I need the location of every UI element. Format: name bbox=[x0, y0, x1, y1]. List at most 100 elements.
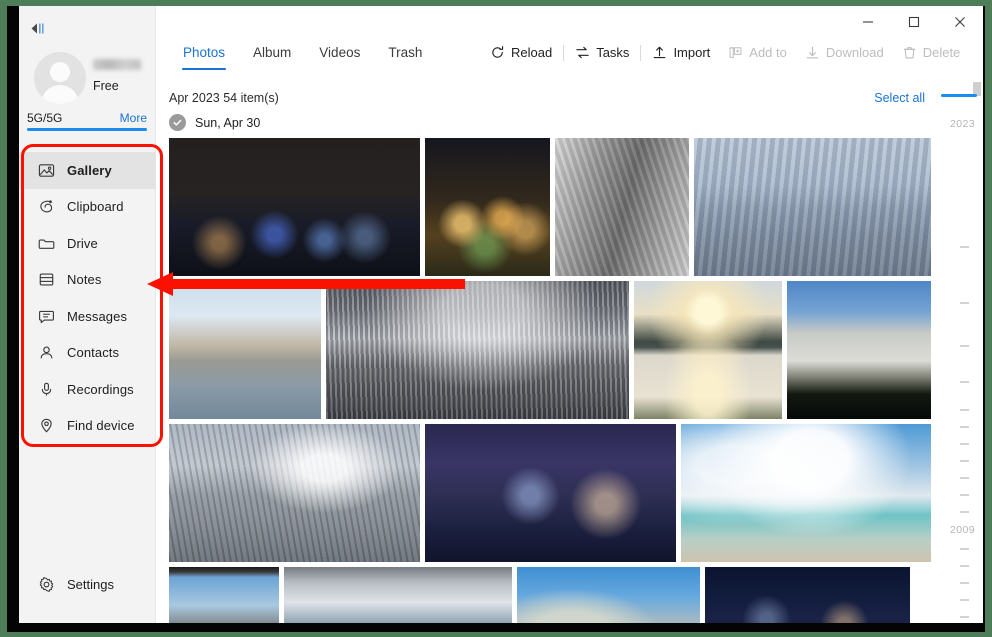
tasks-button[interactable]: Tasks bbox=[566, 42, 638, 63]
tab-videos[interactable]: Videos bbox=[305, 42, 374, 72]
photo-thumbnail[interactable] bbox=[169, 281, 321, 419]
date-group-label: Sun, Apr 30 bbox=[195, 115, 261, 130]
gallery-icon bbox=[37, 161, 55, 179]
app-window: Free 5G/5G More Gallery Clipboard Drive … bbox=[19, 6, 983, 623]
photo-thumbnail[interactable] bbox=[634, 281, 782, 419]
scrollbar-thumb[interactable] bbox=[941, 94, 977, 97]
import-button[interactable]: Import bbox=[643, 42, 719, 63]
photo-thumbnail[interactable] bbox=[284, 567, 512, 623]
photo-thumbnail[interactable] bbox=[705, 567, 910, 623]
tab-bar: Photos Album Videos Trash Reload Tasks I… bbox=[156, 42, 983, 80]
reload-icon bbox=[490, 45, 505, 60]
username-label bbox=[93, 59, 141, 70]
plan-label: Free bbox=[93, 79, 119, 93]
photo-row bbox=[169, 138, 945, 276]
photo-thumbnail[interactable] bbox=[326, 281, 629, 419]
sidebar-item-label: Gallery bbox=[67, 162, 112, 178]
sidebar-item-label: Recordings bbox=[67, 381, 134, 397]
photo-thumbnail[interactable] bbox=[694, 138, 945, 276]
sidebar: Free 5G/5G More Gallery Clipboard Drive … bbox=[19, 6, 156, 623]
trash-icon bbox=[902, 45, 917, 60]
photo-thumbnail[interactable] bbox=[425, 424, 676, 562]
sidebar-item-messages[interactable]: Messages bbox=[19, 298, 156, 335]
select-all-link[interactable]: Select all bbox=[874, 91, 925, 105]
toolbar-label: Tasks bbox=[596, 45, 630, 60]
photo-thumbnail[interactable] bbox=[555, 138, 689, 276]
sidebar-item-settings[interactable]: Settings bbox=[19, 567, 156, 601]
reload-button[interactable]: Reload bbox=[481, 42, 561, 63]
sidebar-item-clipboard[interactable]: Clipboard bbox=[19, 189, 156, 226]
window-titlebar bbox=[813, 6, 983, 40]
toolbar-label: Delete bbox=[922, 45, 961, 60]
sidebar-item-label: Notes bbox=[67, 272, 102, 288]
sidebar-item-notes[interactable]: Notes bbox=[19, 262, 156, 299]
sidebar-item-recordings[interactable]: Recordings bbox=[19, 371, 156, 408]
photo-thumbnail[interactable] bbox=[169, 424, 420, 562]
photo-thumbnail[interactable] bbox=[169, 138, 420, 276]
storage-usage-label: 5G/5G bbox=[27, 111, 63, 125]
upload-icon bbox=[652, 45, 667, 60]
tab-label: Photos bbox=[183, 45, 226, 60]
sidebar-item-contacts[interactable]: Contacts bbox=[19, 335, 156, 372]
contacts-icon bbox=[37, 344, 55, 362]
storage-more-link[interactable]: More bbox=[120, 111, 147, 125]
photo-thumbnail[interactable] bbox=[425, 138, 550, 276]
transfer-icon bbox=[575, 45, 590, 60]
tab-list: Photos Album Videos Trash bbox=[156, 42, 436, 72]
toolbar-label: Import bbox=[673, 45, 711, 60]
close-icon[interactable] bbox=[937, 6, 983, 38]
message-icon bbox=[37, 307, 55, 325]
download-button[interactable]: Download bbox=[796, 42, 893, 63]
gallery-subheader: Apr 2023 54 item(s) Select all Sun, Apr … bbox=[156, 88, 983, 131]
profile-block[interactable]: Free bbox=[19, 50, 156, 110]
tab-photos[interactable]: Photos bbox=[169, 42, 239, 72]
photo-row bbox=[169, 567, 945, 623]
add-to-button[interactable]: Add to bbox=[719, 42, 796, 63]
tab-album[interactable]: Album bbox=[239, 42, 305, 72]
sidebar-item-label: Find device bbox=[67, 418, 135, 434]
delete-button[interactable]: Delete bbox=[893, 42, 970, 63]
sidebar-item-find-device[interactable]: Find device bbox=[19, 408, 156, 445]
tab-label: Album bbox=[253, 45, 292, 60]
minimize-icon[interactable] bbox=[845, 6, 891, 38]
microphone-icon bbox=[37, 380, 55, 398]
photo-thumbnail[interactable] bbox=[169, 567, 279, 623]
toolbar-label: Add to bbox=[749, 45, 787, 60]
photo-thumbnail[interactable] bbox=[681, 424, 932, 562]
photo-row bbox=[169, 281, 945, 419]
add-to-icon bbox=[728, 45, 743, 60]
photo-grid bbox=[169, 138, 945, 623]
toolbar-label: Reload bbox=[511, 45, 553, 60]
tab-trash[interactable]: Trash bbox=[374, 42, 436, 72]
collapse-panel-icon[interactable] bbox=[27, 18, 49, 38]
photo-row bbox=[169, 424, 945, 562]
sidebar-item-label: Drive bbox=[67, 235, 98, 251]
toolbar-label: Download bbox=[825, 45, 884, 60]
photo-thumbnail[interactable] bbox=[787, 281, 935, 419]
settings-label: Settings bbox=[67, 576, 114, 592]
date-group-header: Sun, Apr 30 bbox=[169, 114, 260, 131]
timeline-scrollbar[interactable]: 2023 2009 bbox=[931, 82, 983, 623]
item-count-label: Apr 2023 54 item(s) bbox=[169, 91, 279, 105]
sidebar-item-label: Contacts bbox=[67, 345, 120, 361]
photo-thumbnail[interactable] bbox=[517, 567, 700, 623]
storage-progress-bar bbox=[27, 128, 147, 131]
folder-icon bbox=[37, 234, 55, 252]
toolbar-separator bbox=[563, 44, 565, 61]
date-group-checkbox[interactable] bbox=[169, 114, 186, 131]
sidebar-item-drive[interactable]: Drive bbox=[19, 225, 156, 262]
tab-label: Trash bbox=[388, 45, 423, 60]
sidebar-item-gallery[interactable]: Gallery bbox=[19, 152, 156, 189]
download-icon bbox=[805, 45, 820, 60]
gear-icon bbox=[37, 575, 55, 593]
storage-row: 5G/5G More bbox=[27, 111, 147, 125]
sidebar-navigation-list: Gallery Clipboard Drive Notes Messages C… bbox=[19, 152, 156, 444]
timeline-year-label: 2009 bbox=[950, 524, 975, 536]
notes-icon bbox=[37, 271, 55, 289]
clipboard-icon bbox=[37, 198, 55, 216]
toolbar: Reload Tasks Import Add to Download Dele… bbox=[481, 42, 969, 63]
sidebar-item-label: Messages bbox=[67, 308, 128, 324]
toolbar-separator bbox=[640, 44, 642, 61]
maximize-icon[interactable] bbox=[891, 6, 937, 38]
main-panel: Photos Album Videos Trash Reload Tasks I… bbox=[156, 6, 983, 623]
